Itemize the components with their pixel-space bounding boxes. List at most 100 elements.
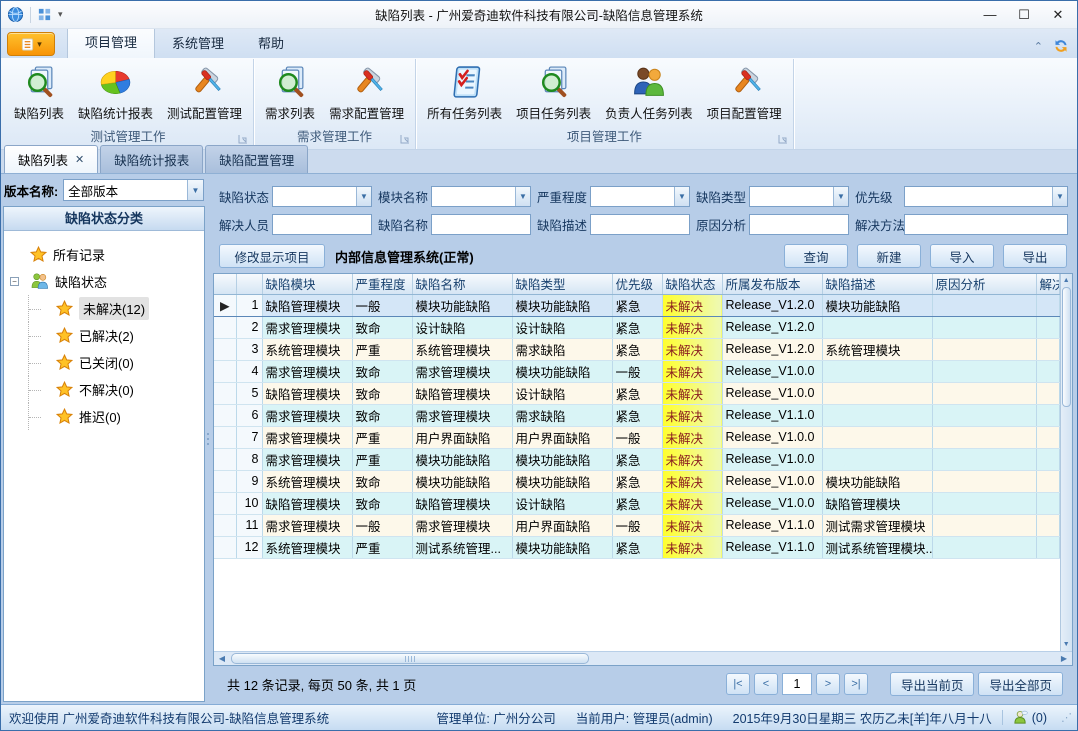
- application-menu-button[interactable]: ▾: [7, 32, 55, 56]
- chevron-down-icon[interactable]: ▼: [187, 180, 203, 200]
- ribbon-button[interactable]: 负责人任务列表: [598, 62, 700, 124]
- column-header[interactable]: 缺陷状态: [662, 274, 722, 294]
- table-row[interactable]: 3系统管理模块严重系统管理模块需求缺陷紧急未解决Release_V1.2.0系统…: [214, 338, 1059, 360]
- row-selector[interactable]: [214, 492, 236, 514]
- row-selector[interactable]: [214, 448, 236, 470]
- tree-item[interactable]: 不解决(0): [10, 376, 202, 403]
- page-number-input[interactable]: [782, 673, 812, 695]
- ribbon-button[interactable]: 缺陷列表: [7, 62, 71, 124]
- scrollbar-thumb[interactable]: [1062, 287, 1071, 407]
- grid-squares-icon[interactable]: [37, 7, 52, 22]
- ribbon-tab[interactable]: 项目管理: [67, 26, 155, 58]
- filter-input[interactable]: [749, 214, 849, 235]
- row-selector[interactable]: ▶: [214, 294, 236, 316]
- column-header[interactable]: 严重程度: [352, 274, 412, 294]
- app-refresh-icon[interactable]: [1053, 38, 1069, 54]
- dialog-launcher-icon[interactable]: [238, 131, 248, 149]
- tree-item[interactable]: 已关闭(0): [10, 349, 202, 376]
- row-selector[interactable]: [214, 316, 236, 338]
- row-selector[interactable]: [214, 360, 236, 382]
- tree-item[interactable]: − 缺陷状态: [10, 268, 202, 295]
- column-header[interactable]: 优先级: [612, 274, 662, 294]
- column-header[interactable]: 缺陷名称: [412, 274, 512, 294]
- table-row[interactable]: 12系统管理模块严重测试系统管理...模块功能缺陷紧急未解决Release_V1…: [214, 536, 1059, 558]
- scroll-right-icon[interactable]: ▶: [1056, 654, 1072, 663]
- filter-input[interactable]: [431, 214, 531, 235]
- last-page-button[interactable]: >|: [844, 673, 868, 695]
- ribbon-button[interactable]: 所有任务列表: [420, 62, 509, 124]
- vertical-scrollbar[interactable]: ▲ ▼: [1060, 274, 1073, 651]
- row-selector[interactable]: [214, 338, 236, 360]
- filter-input[interactable]: [272, 214, 372, 235]
- table-row[interactable]: 9系统管理模块致命模块功能缺陷模块功能缺陷紧急未解决Release_V1.0.0…: [214, 470, 1059, 492]
- tree-expander-icon[interactable]: −: [10, 277, 19, 286]
- table-row[interactable]: 7需求管理模块严重用户界面缺陷用户界面缺陷一般未解决Release_V1.0.0: [214, 426, 1059, 448]
- tree-item[interactable]: 推迟(0): [10, 403, 202, 430]
- tree-item[interactable]: 未解决(12): [10, 295, 202, 322]
- tree-item[interactable]: 所有记录: [10, 241, 202, 268]
- next-page-button[interactable]: >: [816, 673, 840, 695]
- action-button[interactable]: 导出: [1003, 244, 1067, 268]
- filter-select[interactable]: ▼: [904, 186, 1068, 207]
- table-row[interactable]: ▶1缺陷管理模块一般模块功能缺陷模块功能缺陷紧急未解决Release_V1.2.…: [214, 294, 1059, 316]
- column-header[interactable]: 缺陷模块: [262, 274, 352, 294]
- collapse-ribbon-icon[interactable]: ⌃: [1034, 40, 1043, 53]
- column-header[interactable]: 所属发布版本: [722, 274, 822, 294]
- table-row[interactable]: 8需求管理模块严重模块功能缺陷模块功能缺陷紧急未解决Release_V1.0.0: [214, 448, 1059, 470]
- version-select[interactable]: 全部版本 ▼: [63, 179, 204, 201]
- action-button[interactable]: 导入: [930, 244, 994, 268]
- ribbon-button[interactable]: 项目配置管理: [700, 62, 789, 124]
- chevron-down-icon[interactable]: ▾: [58, 9, 63, 20]
- document-tab[interactable]: 缺陷配置管理: [205, 145, 308, 173]
- row-selector[interactable]: [214, 382, 236, 404]
- globe-icon[interactable]: [7, 6, 24, 23]
- first-page-button[interactable]: |<: [726, 673, 750, 695]
- row-selector[interactable]: [214, 470, 236, 492]
- action-button[interactable]: 新建: [857, 244, 921, 268]
- dialog-launcher-icon[interactable]: [400, 131, 410, 149]
- ribbon-button[interactable]: 测试配置管理: [160, 62, 249, 124]
- action-button[interactable]: 查询: [784, 244, 848, 268]
- table-row[interactable]: 6需求管理模块致命需求管理模块需求缺陷紧急未解决Release_V1.1.0: [214, 404, 1059, 426]
- scroll-up-icon[interactable]: ▲: [1063, 274, 1070, 287]
- table-row[interactable]: 10缺陷管理模块致命缺陷管理模块设计缺陷紧急未解决Release_V1.0.0缺…: [214, 492, 1059, 514]
- ribbon-tab[interactable]: 帮助: [241, 28, 301, 58]
- scrollbar-thumb[interactable]: [231, 653, 589, 664]
- column-header[interactable]: 解决: [1036, 274, 1059, 294]
- document-tab[interactable]: 缺陷列表 ✕: [4, 145, 98, 173]
- ribbon-button[interactable]: 缺陷统计报表: [71, 62, 160, 124]
- modify-columns-button[interactable]: 修改显示项目: [219, 244, 325, 268]
- column-header[interactable]: 缺陷类型: [512, 274, 612, 294]
- row-selector[interactable]: [214, 536, 236, 558]
- table-row[interactable]: 11需求管理模块一般需求管理模块用户界面缺陷一般未解决Release_V1.1.…: [214, 514, 1059, 536]
- scroll-down-icon[interactable]: ▼: [1063, 638, 1070, 651]
- filter-input[interactable]: [904, 214, 1068, 235]
- column-header[interactable]: 原因分析: [932, 274, 1036, 294]
- ribbon-button[interactable]: 项目任务列表: [509, 62, 598, 124]
- ribbon-button[interactable]: 需求列表: [258, 62, 322, 124]
- tree-item[interactable]: 已解决(2): [10, 322, 202, 349]
- document-tab[interactable]: 缺陷统计报表: [100, 145, 203, 173]
- scroll-left-icon[interactable]: ◀: [214, 654, 230, 663]
- table-row[interactable]: 5缺陷管理模块致命缺陷管理模块设计缺陷紧急未解决Release_V1.0.0: [214, 382, 1059, 404]
- row-selector[interactable]: [214, 514, 236, 536]
- ribbon-tab[interactable]: 系统管理: [155, 28, 241, 58]
- filter-select[interactable]: ▼: [590, 186, 690, 207]
- table-row[interactable]: 4需求管理模块致命需求管理模块模块功能缺陷一般未解决Release_V1.0.0: [214, 360, 1059, 382]
- row-selector[interactable]: [214, 404, 236, 426]
- maximize-button[interactable]: ☐: [1007, 3, 1041, 27]
- ribbon-button[interactable]: 需求配置管理: [322, 62, 411, 124]
- filter-select[interactable]: ▼: [272, 186, 372, 207]
- close-button[interactable]: ✕: [1041, 3, 1075, 27]
- dialog-launcher-icon[interactable]: [778, 131, 788, 149]
- filter-select[interactable]: ▼: [749, 186, 849, 207]
- export-all-pages-button[interactable]: 导出全部页: [978, 672, 1063, 696]
- horizontal-scrollbar[interactable]: ◀ ▶: [214, 651, 1072, 665]
- filter-select[interactable]: ▼: [431, 186, 531, 207]
- export-current-page-button[interactable]: 导出当前页: [890, 672, 975, 696]
- resize-grip-icon[interactable]: ⋰: [1057, 711, 1071, 724]
- minimize-button[interactable]: —: [973, 3, 1007, 27]
- table-row[interactable]: 2需求管理模块致命设计缺陷设计缺陷紧急未解决Release_V1.2.0: [214, 316, 1059, 338]
- prev-page-button[interactable]: <: [754, 673, 778, 695]
- close-tab-icon[interactable]: ✕: [75, 153, 84, 166]
